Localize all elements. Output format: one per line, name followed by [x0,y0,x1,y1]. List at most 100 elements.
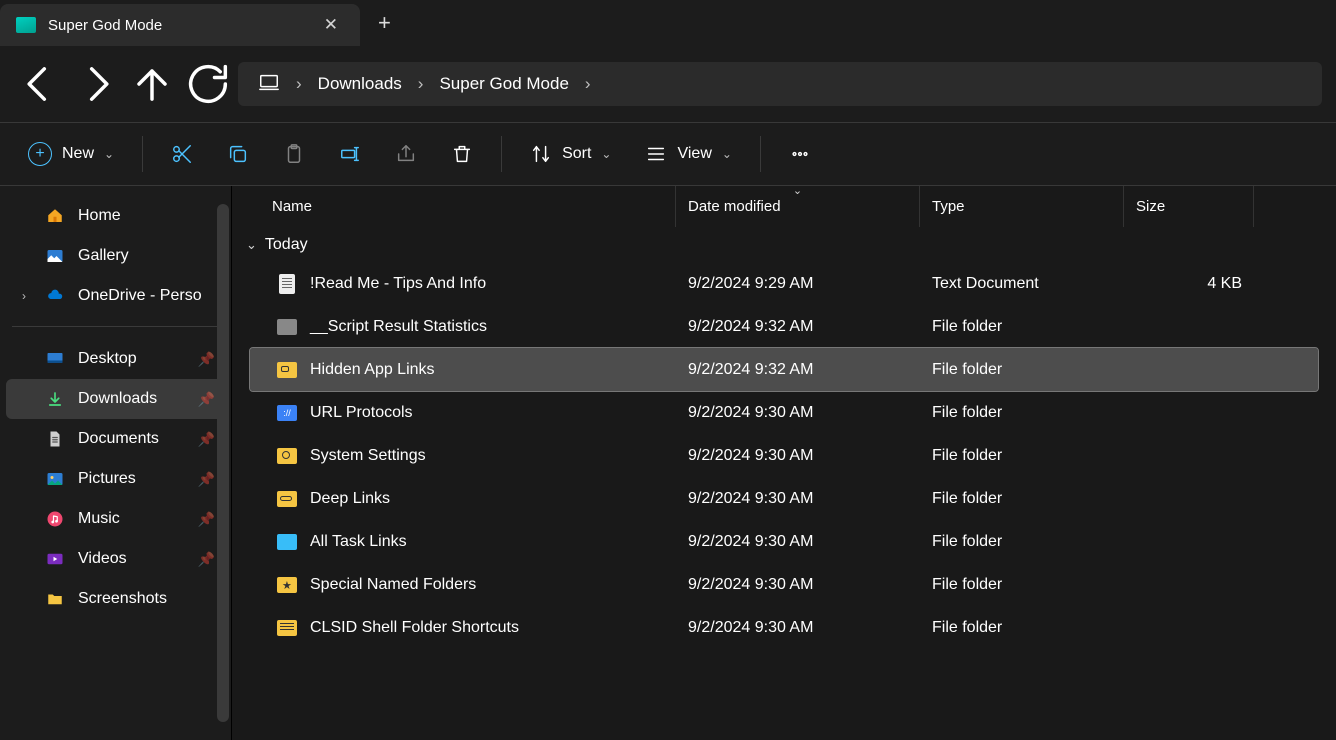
refresh-button[interactable] [182,58,234,110]
copy-button[interactable] [213,132,263,176]
col-date[interactable]: ⌄Date modified [676,186,920,227]
pictures-icon [44,469,66,489]
table-row[interactable]: __Script Result Statistics9/2/2024 9:32 … [250,305,1318,348]
sidebar-item-downloads[interactable]: Downloads📌 [6,379,225,419]
address-bar[interactable]: › Downloads › Super God Mode › [238,62,1322,106]
forward-button[interactable] [70,58,122,110]
file-type-icon [276,489,298,509]
breadcrumb-1[interactable]: Super God Mode [429,68,578,100]
view-label: View [677,145,711,163]
chevron-down-icon: ⌄ [722,147,732,161]
sort-button[interactable]: Sort ⌄ [516,132,625,176]
view-icon [645,143,667,165]
navigation-pane: Home Gallery›OneDrive - Perso Desktop 📌 Dow… [0,186,232,740]
clipboard-icon [283,143,305,165]
folder-icon [16,17,36,33]
scissors-icon [171,143,193,165]
paste-button[interactable] [269,132,319,176]
file-type-icon: ★ [276,575,298,595]
tab-bar: Super God Mode ✕ + [0,0,1336,46]
file-date: 9/2/2024 9:32 AM [676,361,920,379]
file-type: File folder [920,533,1124,551]
sidebar-item-onedrive[interactable]: ›OneDrive - Perso [6,276,225,316]
col-type[interactable]: Type [920,186,1124,227]
rename-button[interactable] [325,132,375,176]
tab-active[interactable]: Super God Mode ✕ [0,4,360,46]
table-row[interactable]: System Settings9/2/2024 9:30 AMFile fold… [250,434,1318,477]
file-name: CLSID Shell Folder Shortcuts [310,619,519,637]
chevron-right-icon[interactable]: › [579,74,597,94]
file-type: File folder [920,361,1124,379]
sidebar-item-screenshots[interactable]: Screenshots [6,579,225,619]
file-size: 4 KB [1124,275,1254,293]
new-tab-button[interactable]: + [360,0,409,46]
group-today[interactable]: ⌄ Today [232,228,1336,262]
new-button[interactable]: + New ⌄ [14,132,128,176]
trash-icon [451,143,473,165]
new-label: New [62,145,94,163]
documents-icon [44,429,66,449]
file-type-icon: :// [276,403,298,423]
sidebar-item-home[interactable]: Home [6,196,225,236]
sidebar-item-pictures[interactable]: Pictures📌 [6,459,225,499]
close-tab-icon[interactable]: ✕ [318,15,344,35]
file-type: File folder [920,447,1124,465]
file-name: __Script Result Statistics [310,318,487,336]
view-button[interactable]: View ⌄ [631,132,745,176]
sort-desc-icon: ⌄ [793,186,802,197]
file-name: Hidden App Links [310,361,435,379]
more-button[interactable] [775,132,825,176]
sidebar-item-documents[interactable]: Documents📌 [6,419,225,459]
table-row[interactable]: Hidden App Links 9/2/2024 9:32 AMFile fol… [250,348,1318,391]
sidebar-item-gallery[interactable]: Gallery [6,236,225,276]
desktop-icon [44,349,66,369]
share-button[interactable] [381,132,431,176]
table-row[interactable]: ★Special Named Folders9/2/2024 9:30 AMFi… [250,563,1318,606]
folder-icon [44,589,66,609]
sidebar-item-videos[interactable]: Videos📌 [6,539,225,579]
breadcrumb-0[interactable]: Downloads [308,68,412,100]
rename-icon [339,143,361,165]
pin-icon: 📌 [198,471,215,488]
table-row[interactable]: ://URL Protocols9/2/2024 9:30 AMFile fol… [250,391,1318,434]
scrollbar[interactable] [217,204,229,722]
table-row[interactable]: CLSID Shell Folder Shortcuts9/2/2024 9:3… [250,606,1318,649]
table-row[interactable]: All Task Links9/2/2024 9:30 AMFile folde… [250,520,1318,563]
sidebar-item-desktop[interactable]: Desktop 📌 [6,339,225,379]
back-button[interactable] [14,58,66,110]
cut-button[interactable] [157,132,207,176]
chevron-right-icon: › [16,289,32,303]
sidebar-item-label: Home [78,207,121,225]
sidebar-item-label: Screenshots [78,590,167,608]
file-type: Text Document [920,275,1124,293]
pin-icon: 📌 [198,551,215,568]
up-button[interactable] [126,58,178,110]
nav-row: › Downloads › Super God Mode › [0,46,1336,122]
column-headers: Name ⌄Date modified Type Size [232,186,1336,228]
chevron-down-icon: ⌄ [104,147,114,161]
file-type-icon [276,360,298,380]
pin-icon: 📌 [198,351,215,368]
sort-icon [530,143,552,165]
table-row[interactable]: !Read Me - Tips And Info9/2/2024 9:29 AM… [250,262,1318,305]
sidebar-item-label: Desktop [78,350,137,368]
group-label: Today [265,236,308,254]
pc-icon[interactable] [248,65,290,104]
file-type-icon [276,446,298,466]
table-row[interactable]: Deep Links9/2/2024 9:30 AMFile folder [250,477,1318,520]
sidebar-item-music[interactable]: Music📌 [6,499,225,539]
file-date: 9/2/2024 9:30 AM [676,447,920,465]
file-date: 9/2/2024 9:30 AM [676,576,920,594]
divider [501,136,502,172]
col-size[interactable]: Size [1124,186,1254,227]
copy-icon [227,143,249,165]
col-name[interactable]: Name [232,186,676,227]
file-type: File folder [920,318,1124,336]
chevron-right-icon[interactable]: › [412,74,430,94]
delete-button[interactable] [437,132,487,176]
chevron-right-icon[interactable]: › [290,74,308,94]
file-name: Deep Links [310,490,390,508]
sidebar-item-label: Documents [78,430,159,448]
downloads-icon [44,389,66,409]
file-name: !Read Me - Tips And Info [310,275,486,293]
